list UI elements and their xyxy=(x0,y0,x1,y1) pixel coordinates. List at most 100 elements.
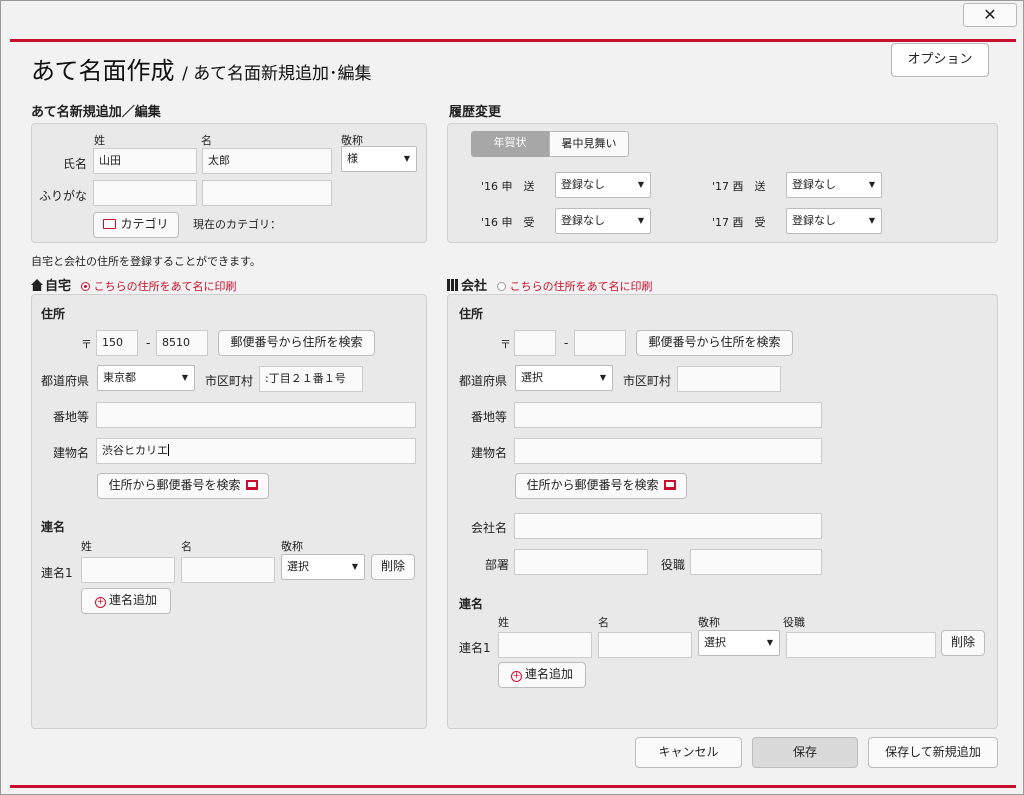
chevron-down-icon: ▼ xyxy=(637,180,644,189)
home-postal1-input[interactable]: 150 xyxy=(96,330,138,356)
home-add-joint-button[interactable]: + 連名追加 xyxy=(81,588,171,614)
home-street-input[interactable] xyxy=(96,402,416,428)
joint-honorific-value: 選択 xyxy=(287,560,309,573)
text-cursor xyxy=(168,444,169,456)
joint-row-label: 連名1 xyxy=(459,641,491,655)
history-row-label: '16 申 受 xyxy=(481,216,535,229)
top-accent-line xyxy=(10,39,1016,42)
house-icon xyxy=(31,279,43,291)
history-select[interactable]: 登録なし ▼ xyxy=(555,172,651,198)
building-label: 建物名 xyxy=(53,446,90,460)
company-print-label[interactable]: こちらの住所をあて名に印刷 xyxy=(510,280,653,293)
company-joint-last-input[interactable] xyxy=(498,632,592,658)
position-input[interactable] xyxy=(690,549,822,575)
building-label: 建物名 xyxy=(471,446,508,460)
history-value: 登録なし xyxy=(561,214,605,227)
company-print-radio[interactable] xyxy=(496,282,506,291)
company-address-search-button[interactable]: 住所から郵便番号を検索 xyxy=(515,473,687,499)
last-name-input[interactable]: 山田 xyxy=(93,148,197,174)
cancel-button[interactable]: キャンセル xyxy=(635,737,742,768)
company-prefecture-value: 選択 xyxy=(521,371,543,384)
company-joint-honorific-select[interactable]: 選択 ▼ xyxy=(698,630,780,656)
company-heading: 会社 xyxy=(461,279,488,294)
home-joint-delete-button[interactable]: 削除 xyxy=(371,554,415,580)
history-select[interactable]: 登録なし ▼ xyxy=(555,208,651,234)
tab-nengajo[interactable]: 年賀状 xyxy=(471,131,549,157)
bottom-accent-line xyxy=(10,785,1016,788)
home-print-label[interactable]: こちらの住所をあて名に印刷 xyxy=(94,280,237,293)
building-icon xyxy=(447,279,459,291)
joint-col-position: 役職 xyxy=(783,616,805,629)
history-row-label: '17 酉 送 xyxy=(712,180,766,193)
close-button[interactable]: ✕ xyxy=(963,3,1017,27)
save-and-new-button[interactable]: 保存して新規追加 xyxy=(868,737,998,768)
address-search-label: 住所から郵便番号を検索 xyxy=(108,478,241,492)
postal-dash: - xyxy=(564,336,569,350)
home-city-input[interactable]: :丁目２１番１号 xyxy=(259,366,363,392)
home-print-radio[interactable] xyxy=(80,282,90,291)
name-label: 氏名 xyxy=(63,157,88,171)
honorific-value: 様 xyxy=(347,152,358,165)
address-search-label: 住所から郵便番号を検索 xyxy=(526,478,659,492)
option-button[interactable]: オプション xyxy=(891,43,989,77)
postal-mark: 〒 xyxy=(500,338,511,351)
street-label: 番地等 xyxy=(471,410,508,424)
company-add-joint-button[interactable]: + 連名追加 xyxy=(498,662,586,688)
col-last-label: 姓 xyxy=(94,134,105,147)
company-address-heading: 住所 xyxy=(459,307,484,321)
honorific-select[interactable]: 様 ▼ xyxy=(341,146,417,172)
joint-col-honorific: 敬称 xyxy=(698,616,720,629)
current-category-label: 現在のカテゴリ： xyxy=(193,218,281,231)
first-name-input[interactable]: 太郎 xyxy=(202,148,332,174)
history-row-label: '17 酉 受 xyxy=(712,216,766,229)
home-joint-honorific-select[interactable]: 選択 ▼ xyxy=(281,554,365,580)
company-postal-search-button[interactable]: 郵便番号から住所を検索 xyxy=(636,330,793,356)
add-joint-label: 連名追加 xyxy=(524,667,573,681)
position-label: 役職 xyxy=(661,558,686,572)
plus-circle-icon: + xyxy=(510,671,522,682)
company-joint-heading: 連名 xyxy=(459,597,484,611)
company-name-input[interactable] xyxy=(514,513,822,539)
history-heading: 履歴変更 xyxy=(449,105,502,120)
company-joint-position-input[interactable] xyxy=(786,632,936,658)
home-building-input[interactable]: 渋谷ヒカリエ xyxy=(96,438,416,464)
street-label: 番地等 xyxy=(53,410,90,424)
history-value: 登録なし xyxy=(792,214,836,227)
joint-honorific-value: 選択 xyxy=(704,636,726,649)
home-address-heading: 住所 xyxy=(41,307,66,321)
company-joint-first-input[interactable] xyxy=(598,632,692,658)
save-button[interactable]: 保存 xyxy=(752,737,858,768)
city-label: 市区町村 xyxy=(205,374,254,388)
home-prefecture-select[interactable]: 東京都 ▼ xyxy=(97,365,195,391)
joint-row-label: 連名1 xyxy=(41,566,73,580)
history-select[interactable]: 登録なし ▼ xyxy=(786,208,882,234)
chevron-down-icon: ▼ xyxy=(351,562,358,571)
home-address-search-button[interactable]: 住所から郵便番号を検索 xyxy=(97,473,269,499)
company-prefecture-select[interactable]: 選択 ▼ xyxy=(515,365,613,391)
kana-label: ふりがな xyxy=(39,189,88,203)
department-input[interactable] xyxy=(514,549,648,575)
tab-shochu[interactable]: 暑中見舞い xyxy=(549,131,629,157)
company-joint-delete-button[interactable]: 削除 xyxy=(941,630,985,656)
history-select[interactable]: 登録なし ▼ xyxy=(786,172,882,198)
company-postal1-input[interactable] xyxy=(514,330,556,356)
home-prefecture-value: 東京都 xyxy=(103,371,136,384)
company-building-input[interactable] xyxy=(514,438,822,464)
company-city-input[interactable] xyxy=(677,366,781,392)
first-kana-input[interactable] xyxy=(202,180,332,206)
category-button[interactable]: カテゴリ xyxy=(93,212,179,238)
company-street-input[interactable] xyxy=(514,402,822,428)
plus-circle-icon: + xyxy=(94,597,106,608)
company-postal2-input[interactable] xyxy=(574,330,626,356)
name-section-heading: あて名新規追加／編集 xyxy=(31,105,161,120)
home-postal2-input[interactable]: 8510 xyxy=(156,330,208,356)
home-joint-first-input[interactable] xyxy=(181,557,275,583)
home-postal-search-button[interactable]: 郵便番号から住所を検索 xyxy=(218,330,375,356)
add-joint-label: 連名追加 xyxy=(108,593,157,607)
last-kana-input[interactable] xyxy=(93,180,197,206)
chevron-down-icon: ▼ xyxy=(766,638,773,647)
home-header: 自宅 こちらの住所をあて名に印刷 xyxy=(31,275,236,294)
category-button-label: カテゴリ xyxy=(120,217,169,231)
external-link-icon xyxy=(663,480,676,490)
home-joint-last-input[interactable] xyxy=(81,557,175,583)
